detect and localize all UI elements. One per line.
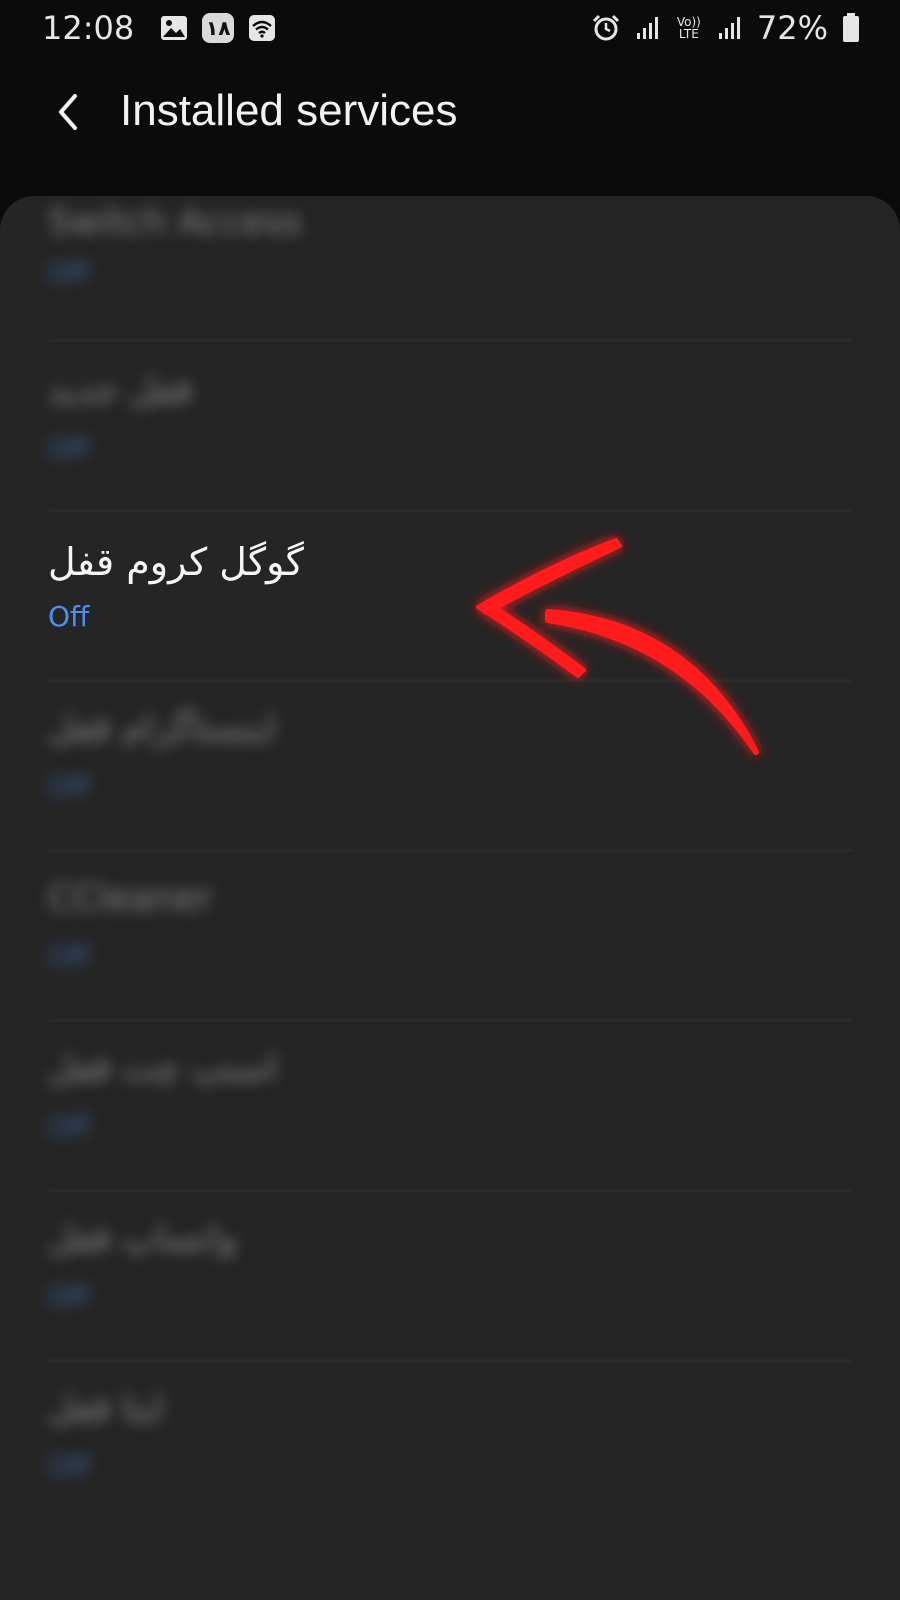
- status-left: 12:08 ١٨: [42, 9, 276, 47]
- alarm-icon: [591, 13, 621, 43]
- service-title: ایتا قفل: [48, 1388, 164, 1429]
- list-item[interactable]: CCleaner Off: [0, 858, 900, 1028]
- service-title: اسنپ چت قفل: [48, 1048, 278, 1089]
- divider: [48, 1360, 852, 1361]
- volte-bottom-label: LTE: [678, 27, 699, 41]
- service-status: Off: [48, 256, 90, 289]
- back-button[interactable]: [44, 88, 92, 136]
- divider: [48, 850, 852, 851]
- service-title: واتساپ قفل: [48, 1218, 237, 1259]
- service-status: Off: [48, 1280, 90, 1313]
- battery-icon: [842, 13, 860, 43]
- service-title: Switch Access: [48, 202, 302, 243]
- service-status: Off: [48, 940, 90, 973]
- signal-icon: [635, 15, 661, 41]
- divider: [48, 510, 852, 511]
- service-title: اینستاگرام قفل: [48, 708, 277, 749]
- status-right: Vo)) LTE 72%: [591, 9, 860, 47]
- divider: [48, 680, 852, 681]
- app-header: Installed services: [0, 56, 900, 196]
- service-status: Off: [48, 1450, 90, 1483]
- list-item[interactable]: Switch Access Off: [0, 196, 900, 358]
- list-item[interactable]: ایتا قفل Off: [0, 1368, 900, 1538]
- list-item[interactable]: اسنپ چت قفل Off: [0, 1028, 900, 1198]
- list-item[interactable]: واتساپ قفل Off: [0, 1198, 900, 1368]
- divider: [48, 1190, 852, 1191]
- service-title: گوگل کروم قفل: [48, 540, 304, 584]
- chevron-left-icon: [59, 94, 77, 130]
- list-item[interactable]: اینستاگرام قفل Off: [0, 688, 900, 858]
- wifi-icon: [248, 14, 276, 42]
- list-item[interactable]: قفل جدید Off: [0, 350, 900, 520]
- service-status: Off: [48, 770, 90, 803]
- divider: [48, 340, 852, 341]
- service-title: CCleaner: [48, 878, 213, 919]
- service-title: قفل جدید: [48, 370, 193, 411]
- volte-icon: Vo)) LTE: [675, 16, 703, 40]
- signal-icon: [717, 15, 743, 41]
- service-status: Off: [48, 432, 90, 465]
- service-status: Off: [48, 600, 90, 633]
- status-bar: 12:08 ١٨ Vo)) LTE 72%: [0, 0, 900, 56]
- installed-services-list: Switch Access Off قفل جدید Off گوگل کروم…: [0, 196, 900, 1600]
- service-status: Off: [48, 1110, 90, 1143]
- divider: [48, 1020, 852, 1021]
- calendar-badge-icon: ١٨: [202, 13, 235, 43]
- screen: 12:08 ١٨ Vo)) LTE 72% Installed services…: [0, 0, 900, 1600]
- battery-percent: 72%: [756, 9, 828, 47]
- list-item-google-chrome-lock[interactable]: گوگل کروم قفل Off: [0, 518, 900, 688]
- status-time: 12:08: [42, 9, 135, 47]
- page-title: Installed services: [120, 86, 458, 135]
- image-icon: [160, 15, 188, 41]
